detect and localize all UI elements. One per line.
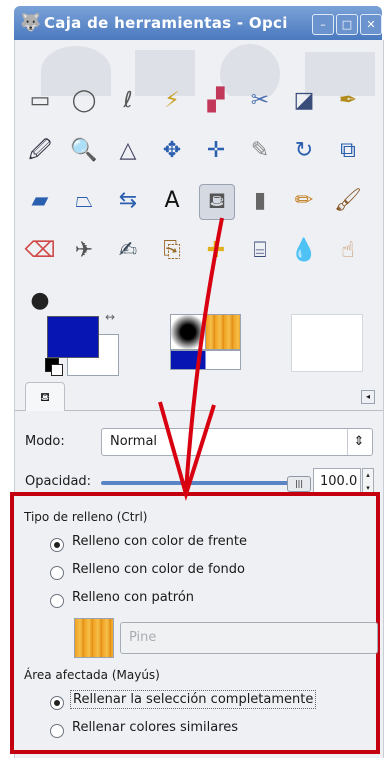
foreground-color-swatch[interactable] (47, 316, 99, 358)
opacity-spin-input[interactable]: 100.0 (313, 468, 361, 494)
opacity-spin-buttons[interactable]: ▴ ▾ (362, 468, 374, 494)
fill-whole-selection-label[interactable]: Rellenar la selección completamente (70, 690, 317, 709)
pencil-tool-icon[interactable]: ✏ (287, 184, 321, 218)
pattern-name-field[interactable]: Pine (120, 622, 378, 654)
paths-tool-icon[interactable]: ✒ (331, 84, 365, 118)
text-tool-icon[interactable]: A (155, 184, 189, 218)
opacity-slider-handle[interactable]: ||| (287, 476, 311, 492)
active-image-thumbnail[interactable] (291, 314, 363, 372)
ink-tool-icon[interactable]: ✍ (111, 234, 145, 268)
color-picker-tool-icon[interactable]: 🖉 (23, 134, 57, 168)
blur-tool-icon[interactable]: 💧 (287, 234, 321, 268)
fill-options-highlight: Tipo de relleno (Ctrl) Relleno con color… (10, 492, 380, 754)
title-bar[interactable]: 🐺 Caja de herramientas - Opci – □ ✕ (14, 6, 382, 40)
window-title: Caja de herramientas - Opci (44, 14, 288, 32)
pattern-name-value: Pine (129, 630, 157, 645)
fill-pattern-label[interactable]: Relleno con patrón (72, 590, 194, 605)
fill-bg-color-label[interactable]: Relleno con color de fondo (72, 562, 245, 577)
scissors-select-tool-icon[interactable]: ✂ (243, 84, 277, 118)
shear-tool-icon[interactable]: ▰ (23, 184, 57, 218)
fill-fg-color-label[interactable]: Relleno con color de frente (72, 534, 247, 549)
swap-colors-icon[interactable]: ↔ (105, 310, 115, 324)
gradient-preview[interactable] (170, 350, 241, 370)
fill-bg-color-radio[interactable] (50, 566, 64, 580)
fill-similar-colors-label[interactable]: Rellenar colores similares (72, 720, 238, 735)
mode-select[interactable]: Normal ⇕ (101, 428, 373, 456)
opacity-label: Opacidad: (25, 474, 92, 489)
airbrush-tool-icon[interactable]: ✈ (67, 234, 101, 268)
flip-tool-icon[interactable]: ⇆ (111, 184, 145, 218)
rect-select-tool-icon[interactable]: ▭ (23, 84, 57, 118)
heal-tool-icon[interactable]: ✚ (199, 234, 233, 268)
opacity-slider[interactable] (101, 481, 309, 485)
scale-tool-icon[interactable]: ⧉ (331, 134, 365, 168)
fill-type-title: Tipo de relleno (Ctrl) (24, 510, 148, 524)
fill-whole-selection-radio[interactable] (50, 696, 64, 710)
select-by-color-tool-icon[interactable]: ▞ (199, 84, 233, 118)
pattern-swatch-button[interactable] (74, 618, 114, 658)
free-select-tool-icon[interactable]: ℓ (111, 84, 145, 118)
mode-value: Normal (110, 434, 158, 449)
fill-pattern-radio[interactable] (50, 594, 64, 608)
rotate-tool-icon[interactable]: ↻ (287, 134, 321, 168)
fill-fg-color-radio[interactable] (50, 538, 64, 552)
measure-tool-icon[interactable]: △ (111, 134, 145, 168)
foreground-select-tool-icon[interactable]: ◪ (287, 84, 321, 118)
zoom-tool-icon[interactable]: 🔍 (67, 134, 101, 168)
mode-label: Modo: (25, 434, 65, 449)
ellipse-select-tool-icon[interactable]: ◯ (67, 84, 101, 118)
combo-arrow-icon: ⇕ (347, 429, 370, 455)
pattern-preview[interactable] (205, 314, 241, 350)
tab-tool-options[interactable]: ⛾ (25, 382, 65, 411)
perspective-clone-tool-icon[interactable]: ⌸ (243, 234, 277, 268)
bucket-fill-tool-icon[interactable]: ⛾ (199, 184, 235, 220)
brush-preview[interactable] (170, 314, 206, 350)
move-tool-icon[interactable]: ✥ (155, 134, 189, 168)
align-tool-icon[interactable]: ✛ (199, 134, 233, 168)
eraser-tool-icon[interactable]: ⌫ (23, 234, 57, 268)
minimize-button[interactable]: – (312, 14, 334, 35)
fuzzy-select-tool-icon[interactable]: ⚡ (155, 84, 189, 118)
paintbrush-tool-icon[interactable]: 🖌 (331, 184, 365, 218)
fill-similar-colors-radio[interactable] (50, 724, 64, 738)
maximize-button[interactable]: □ (336, 14, 358, 35)
options-tab-strip: ⛾ ◂ (15, 370, 383, 411)
crop-tool-icon[interactable]: ✎ (243, 134, 277, 168)
tab-menu-button[interactable]: ◂ (361, 390, 375, 404)
close-button[interactable]: ✕ (360, 14, 382, 35)
gimp-app-icon: 🐺 (20, 13, 42, 33)
perspective-tool-icon[interactable]: ⏢ (67, 184, 101, 218)
clone-tool-icon[interactable]: ⎘ (155, 234, 189, 268)
affected-area-title: Área afectada (Mayús) (24, 668, 160, 682)
smudge-tool-icon[interactable]: ☝ (331, 234, 365, 268)
blend-tool-icon[interactable]: ▮ (243, 184, 277, 218)
